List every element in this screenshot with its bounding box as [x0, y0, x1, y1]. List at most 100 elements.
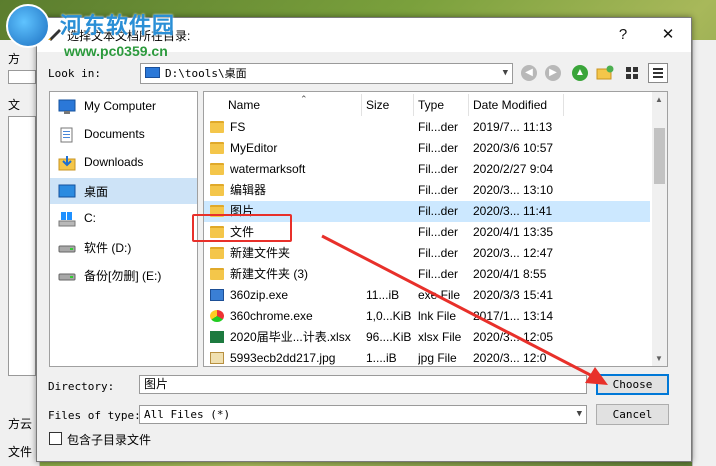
file-chooser-dialog: 选择文本文档所在目录: ? ✕ Look in: D:\tools\桌面 ▼ ◀… — [36, 17, 692, 462]
column-header-size[interactable]: Size — [362, 94, 414, 116]
column-header-name[interactable]: Name ⌃ — [224, 94, 362, 116]
sidebar-item-documents[interactable]: Documents — [50, 122, 197, 148]
file-type-cell: Fil...der — [418, 204, 459, 218]
file-type-cell: Fil...der — [418, 162, 459, 176]
look-in-label: Look in: — [48, 67, 101, 80]
help-button[interactable]: ? — [610, 24, 636, 46]
include-subdirs-checkbox[interactable] — [49, 432, 62, 445]
bg-label-2: 文 — [8, 98, 21, 112]
vertical-scrollbar[interactable]: ▲ ▼ — [652, 92, 667, 366]
file-size-cell: 1,0...KiB — [366, 309, 412, 323]
scroll-down-icon[interactable]: ▼ — [655, 354, 663, 363]
file-row[interactable]: 编辑器 Fil...der 2020/3... 13:10 — [204, 180, 650, 201]
include-subdirs-label: 包含子目录文件 — [67, 433, 152, 447]
file-date-cell: 2017/1... 13:14 — [473, 309, 554, 323]
file-date-cell: 2020/3/3 15:41 — [473, 288, 554, 302]
file-name-cell: 5993ecb2dd217.jpg — [230, 351, 336, 365]
watermark-site-name: 河东软件园 — [60, 13, 176, 38]
sidebar-item-label: My Computer — [84, 99, 157, 113]
zip-app-icon — [210, 289, 224, 301]
file-date-cell: 2020/4/1 13:35 — [473, 225, 554, 239]
places-sidebar: My Computer Documents Downloads 桌面 C: 软件… — [49, 91, 198, 367]
sidebar-item-drive-d[interactable]: 软件 (D:) — [50, 234, 197, 260]
sidebar-item-drive-e[interactable]: 备份[勿删] (E:) — [50, 262, 197, 288]
browser-icon — [210, 310, 224, 322]
sidebar-item-desktop[interactable]: 桌面 — [50, 178, 197, 204]
bg-textarea — [8, 116, 36, 376]
chevron-down-icon: ▼ — [576, 409, 582, 419]
directory-value: 图片 — [144, 377, 169, 391]
background-app-window: 方 文 方云 文件 — [0, 40, 40, 466]
file-type-cell: jpg File — [418, 351, 457, 365]
column-header-date[interactable]: Date Modified — [469, 94, 564, 116]
file-row[interactable]: 360zip.exe 11...iB exe File 2020/3/3 15:41 — [204, 285, 650, 306]
column-label: Date Modified — [473, 98, 548, 112]
folder-icon — [210, 163, 224, 175]
files-of-type-value: All Files (*) — [144, 408, 231, 421]
file-name-cell: FS — [230, 120, 246, 134]
scrollbar-thumb[interactable] — [654, 128, 665, 184]
file-row[interactable]: MyEditor Fil...der 2020/3/6 10:57 — [204, 138, 650, 159]
sidebar-item-label: Downloads — [84, 155, 144, 169]
column-label: Type — [418, 98, 445, 112]
choose-button[interactable]: Choose — [596, 374, 669, 395]
column-header-type[interactable]: Type — [414, 94, 469, 116]
file-type-cell: lnk File — [418, 309, 457, 323]
look-in-combo[interactable]: D:\tools\桌面 ▼ — [140, 63, 513, 84]
file-type-cell: Fil...der — [418, 267, 459, 281]
file-type-cell: Fil...der — [418, 120, 459, 134]
file-type-cell: Fil...der — [418, 183, 459, 197]
computer-icon — [145, 67, 160, 78]
sidebar-item-my-computer[interactable]: My Computer — [50, 94, 197, 120]
sidebar-item-drive-c[interactable]: C: — [50, 206, 197, 232]
downloads-icon — [58, 156, 76, 171]
scroll-up-icon[interactable]: ▲ — [655, 95, 663, 104]
column-label: Name — [228, 98, 261, 112]
desktop-icon — [58, 184, 76, 198]
close-button[interactable]: ✕ — [655, 24, 681, 46]
sidebar-item-downloads[interactable]: Downloads — [50, 150, 197, 176]
new-folder-icon[interactable] — [595, 63, 615, 83]
file-date-cell: 2020/3... 11:41 — [473, 204, 553, 218]
file-name-cell: 360chrome.exe — [230, 309, 313, 323]
watermark-logo — [6, 4, 50, 48]
folder-icon — [210, 121, 224, 133]
file-date-cell: 2020/3... 12:05 — [473, 330, 554, 344]
file-type-cell: exe File — [418, 288, 461, 302]
sidebar-item-label: 桌面 — [84, 185, 109, 199]
file-row[interactable]: 5993ecb2dd217.jpg 1....iB jpg File 2020/3..… — [204, 348, 650, 366]
file-name-cell: 新建文件夹 (3) — [230, 267, 309, 281]
file-date-cell: 2020/4/1 8:55 — [473, 267, 547, 281]
cancel-button[interactable]: Cancel — [596, 404, 669, 425]
file-row[interactable]: 2020届毕业...计表.xlsx 96....KiB xlsx File 2020/… — [204, 327, 650, 348]
directory-field[interactable]: 图片 — [139, 375, 587, 394]
file-date-cell: 2019/7... 11:13 — [473, 120, 553, 134]
file-date-cell: 2020/2/27 9:04 — [473, 162, 554, 176]
files-of-type-label: Files of type: — [48, 409, 141, 422]
folder-icon — [210, 184, 224, 196]
sort-ascending-icon: ⌃ — [300, 94, 308, 104]
detail-view-icon[interactable] — [648, 63, 668, 83]
file-row[interactable]: 新建文件夹 (3) Fil...der 2020/4/1 8:55 — [204, 264, 650, 285]
list-view-icon[interactable] — [622, 63, 642, 83]
column-label: Size — [366, 98, 390, 112]
file-type-cell: Fil...der — [418, 246, 459, 260]
file-name-cell: 新建文件夹 — [230, 246, 291, 260]
sidebar-item-label: Documents — [84, 127, 145, 141]
file-name-cell: 360zip.exe — [230, 288, 289, 302]
documents-icon — [60, 127, 73, 143]
file-row[interactable]: 新建文件夹 Fil...der 2020/3... 12:47 — [204, 243, 650, 264]
folder-icon — [210, 268, 224, 280]
background-app-edge — [692, 40, 716, 466]
file-row[interactable]: 360chrome.exe 1,0...KiB lnk File 2017/1... … — [204, 306, 650, 327]
bg-label-4: 文件 — [8, 445, 33, 459]
file-name-cell: watermarksoft — [230, 162, 306, 176]
forward-icon[interactable]: ▶ — [545, 65, 561, 81]
back-icon[interactable]: ◀ — [521, 65, 537, 81]
file-row[interactable]: watermarksoft Fil...der 2020/2/27 9:04 — [204, 159, 650, 180]
files-of-type-combo[interactable]: All Files (*) ▼ — [139, 405, 587, 424]
file-size-cell: 1....iB — [366, 351, 397, 365]
sidebar-item-label: 备份[勿删] (E:) — [84, 269, 162, 283]
file-row[interactable]: FS Fil...der 2019/7... 11:13 — [204, 117, 650, 138]
parent-directory-icon[interactable]: ▲ — [572, 65, 588, 81]
